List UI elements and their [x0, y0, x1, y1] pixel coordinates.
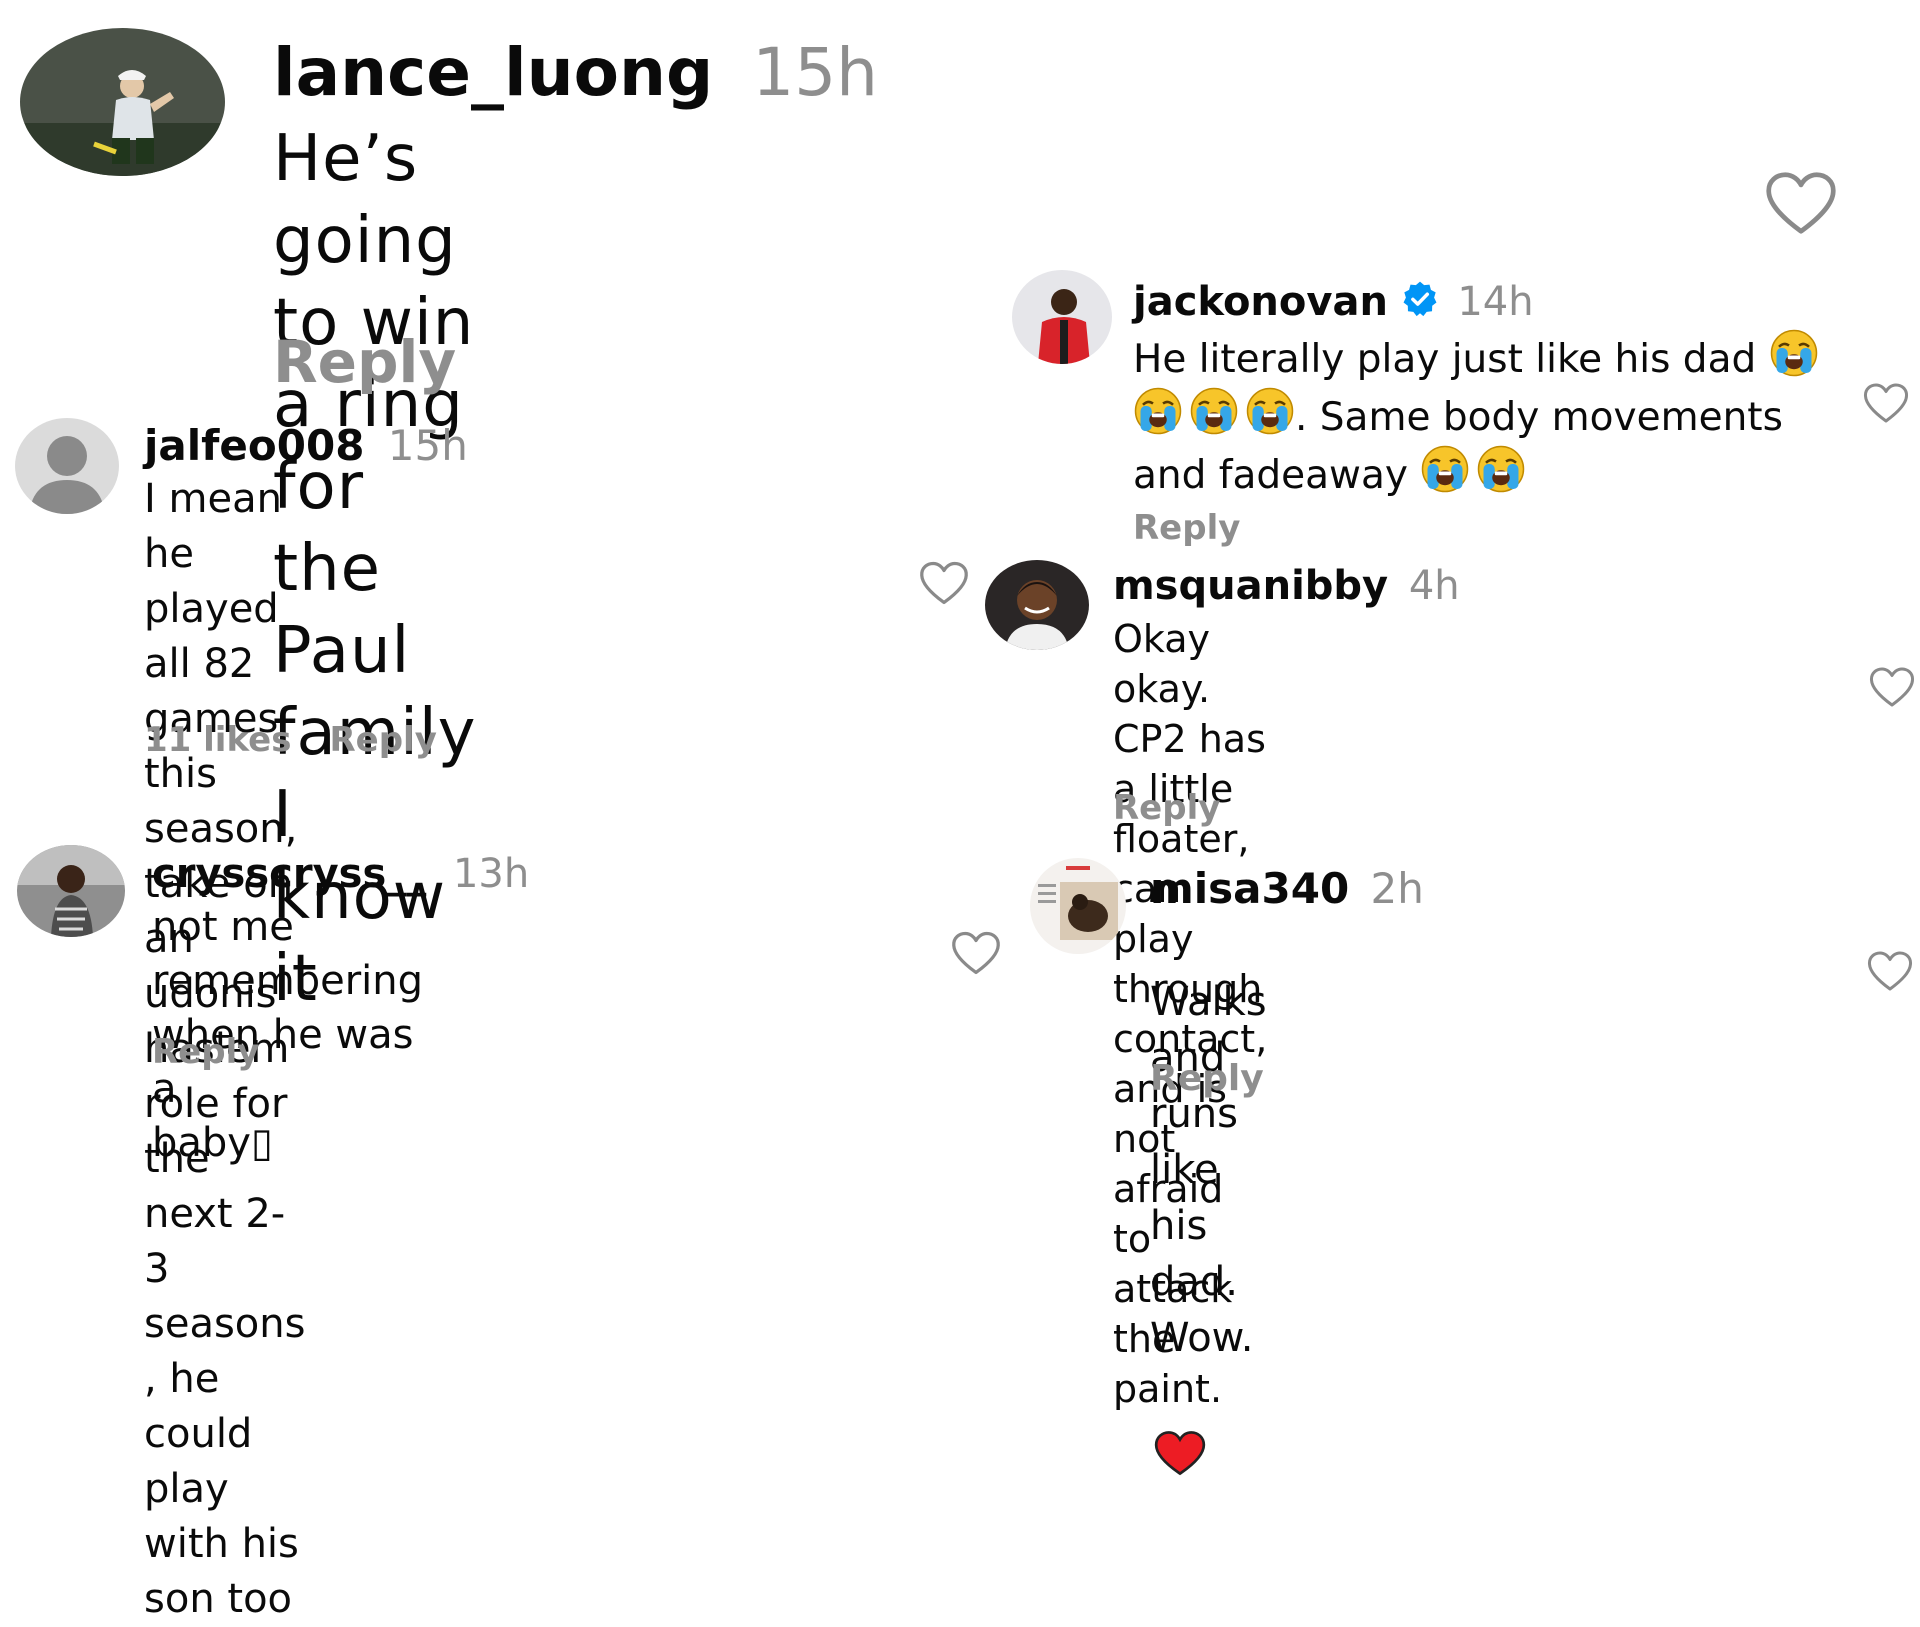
timestamp: 14h: [1457, 279, 1534, 325]
avatar[interactable]: [1012, 270, 1112, 364]
comment-meta: 11 likes Reply: [144, 720, 437, 760]
comment-header: lance_luong 15h: [273, 40, 878, 106]
like-count[interactable]: 11 likes: [144, 720, 291, 760]
avatar[interactable]: [1030, 858, 1126, 954]
avatar[interactable]: [985, 560, 1089, 650]
timestamp: 2h: [1370, 864, 1424, 913]
username[interactable]: jackonovan: [1133, 279, 1388, 325]
reply-button[interactable]: Reply: [1150, 1058, 1264, 1099]
like-heart-icon[interactable]: [950, 930, 1002, 976]
username[interactable]: crysscryss__: [152, 851, 426, 897]
like-heart-icon[interactable]: [918, 560, 970, 606]
red-heart-emoji: [1154, 1430, 1206, 1476]
username[interactable]: msquanibby: [1113, 563, 1388, 609]
reply-button[interactable]: Reply: [1133, 508, 1240, 548]
comment-text-line: Walks and runs like his dad. Wow.: [1150, 979, 1267, 1361]
like-heart-icon[interactable]: [1862, 382, 1910, 424]
timestamp: 15h: [752, 34, 879, 111]
timestamp: 13h: [452, 851, 530, 897]
reply-button[interactable]: Reply: [329, 720, 436, 760]
comment-text-line: He literally play just like his dad: [1133, 337, 1769, 382]
loudly-crying-face-emoji: [1133, 386, 1183, 436]
reply-button[interactable]: Reply: [273, 328, 456, 396]
loudly-crying-face-emoji: [1769, 328, 1819, 378]
avatar[interactable]: [15, 418, 119, 514]
comment-text-line: and fadeaway: [1133, 453, 1421, 498]
verified-badge-icon: [1403, 281, 1437, 317]
loudly-crying-face-emoji: [1245, 386, 1295, 436]
username[interactable]: jalfeo008: [144, 421, 364, 470]
comment-header: crysscryss__ 13h: [152, 854, 529, 894]
reply-button[interactable]: Reply: [152, 1032, 259, 1072]
avatar[interactable]: [17, 845, 125, 937]
loudly-crying-face-emoji: [1189, 386, 1239, 436]
loudly-crying-face-emoji: [1420, 444, 1470, 494]
like-heart-icon[interactable]: [1752, 170, 1850, 236]
comment-header: misa340 2h: [1150, 868, 1424, 910]
timestamp: 15h: [387, 421, 468, 470]
like-heart-icon[interactable]: [1868, 666, 1916, 708]
avatar[interactable]: [20, 28, 225, 176]
comment-header: jackonovan 14h: [1133, 280, 1534, 322]
comment-text-line: . Same body movements: [1295, 395, 1783, 440]
loudly-crying-face-emoji: [1476, 444, 1526, 494]
username[interactable]: misa340: [1150, 864, 1349, 913]
reply-button[interactable]: Reply: [1113, 788, 1220, 828]
like-heart-icon[interactable]: [1866, 950, 1914, 992]
comment-text: He literally play just like his dad . Sa…: [1133, 328, 1819, 502]
timestamp: 4h: [1408, 563, 1460, 609]
comment-header: jalfeo008 15h: [144, 425, 468, 467]
username[interactable]: lance_luong: [273, 34, 713, 111]
comment-header: msquanibby 4h: [1113, 566, 1460, 606]
comment-text: Walks and runs like his dad. Wow.: [1150, 918, 1267, 1532]
